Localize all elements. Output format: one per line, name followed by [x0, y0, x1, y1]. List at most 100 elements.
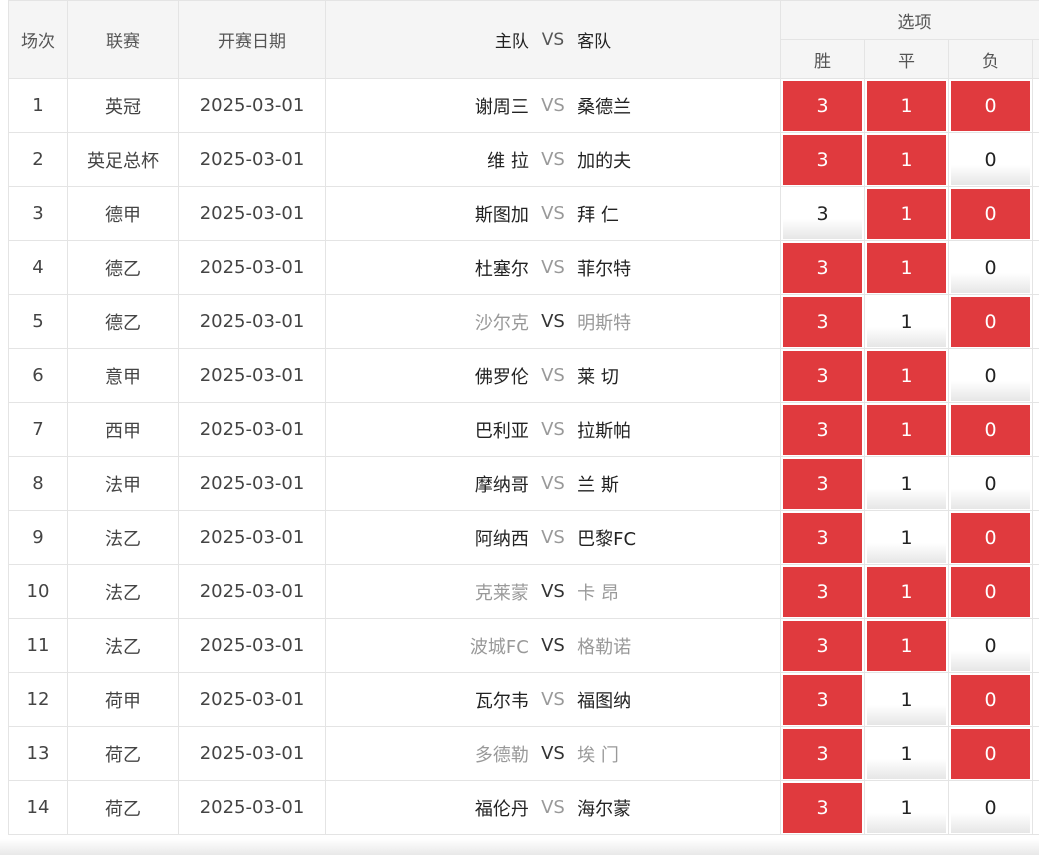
draw-option[interactable]: 1 — [867, 512, 946, 563]
vs-label: VS — [541, 797, 565, 818]
draw-cell: 1 — [864, 240, 949, 295]
table-row: 9 法乙 2025-03-01 阿纳西 VS 巴黎FC 3 1 0 — [8, 510, 1039, 565]
win-option[interactable]: 3 — [783, 80, 862, 131]
lose-option[interactable]: 0 — [951, 350, 1030, 401]
draw-option[interactable]: 1 — [867, 728, 946, 779]
win-option[interactable]: 3 — [783, 512, 862, 563]
match-number: 7 — [8, 402, 68, 457]
win-cell: 3 — [780, 186, 865, 241]
lose-option[interactable]: 0 — [951, 566, 1030, 617]
header-match-no: 场次 — [8, 0, 68, 79]
win-option[interactable]: 3 — [783, 134, 862, 185]
lose-cell: 0 — [948, 726, 1033, 781]
match-date: 2025-03-01 — [178, 402, 326, 457]
draw-option[interactable]: 1 — [867, 404, 946, 455]
draw-option[interactable]: 1 — [867, 188, 946, 239]
win-option[interactable]: 3 — [783, 188, 862, 239]
match-teams: 谢周三 VS 桑德兰 — [325, 78, 781, 133]
vs-label: VS — [541, 311, 565, 332]
lose-option[interactable]: 0 — [951, 674, 1030, 725]
win-option[interactable]: 3 — [783, 458, 862, 509]
win-option[interactable]: 3 — [783, 242, 862, 293]
lose-cell: 0 — [948, 294, 1033, 349]
lose-option[interactable]: 0 — [951, 404, 1030, 455]
match-date: 2025-03-01 — [178, 186, 326, 241]
win-option[interactable]: 3 — [783, 782, 862, 833]
win-option[interactable]: 3 — [783, 404, 862, 455]
lose-option[interactable]: 0 — [951, 458, 1030, 509]
draw-option[interactable]: 1 — [867, 674, 946, 725]
league-name: 西甲 — [67, 402, 179, 457]
win-cell: 3 — [780, 672, 865, 727]
lose-option[interactable]: 0 — [951, 80, 1030, 131]
row-spacer — [1032, 510, 1039, 565]
draw-option[interactable]: 1 — [867, 134, 946, 185]
win-option[interactable]: 3 — [783, 620, 862, 671]
lose-cell: 0 — [948, 402, 1033, 457]
away-team: 福图纳 — [577, 690, 632, 712]
home-team: 摩纳哥 — [474, 474, 529, 496]
match-table: 场次 联赛 开赛日期 主队 VS 客队 选项 胜 平 负 1 英冠 2025-0… — [8, 0, 1039, 835]
vs-label: VS — [541, 635, 565, 656]
lose-option[interactable]: 0 — [951, 134, 1030, 185]
lose-option[interactable]: 0 — [951, 620, 1030, 671]
match-teams: 多德勒 VS 埃 门 — [325, 726, 781, 781]
match-date: 2025-03-01 — [178, 564, 326, 619]
lose-option[interactable]: 0 — [951, 188, 1030, 239]
match-date: 2025-03-01 — [178, 240, 326, 295]
lose-option[interactable]: 0 — [951, 782, 1030, 833]
win-option[interactable]: 3 — [783, 566, 862, 617]
league-name: 德乙 — [67, 240, 179, 295]
away-team: 海尔蒙 — [577, 798, 632, 820]
draw-option[interactable]: 1 — [867, 350, 946, 401]
draw-option[interactable]: 1 — [867, 620, 946, 671]
match-date: 2025-03-01 — [178, 132, 326, 187]
match-number: 2 — [8, 132, 68, 187]
win-option[interactable]: 3 — [783, 674, 862, 725]
header-away: 客队 — [577, 32, 612, 52]
league-name: 荷甲 — [67, 672, 179, 727]
win-cell: 3 — [780, 402, 865, 457]
match-number: 3 — [8, 186, 68, 241]
header-lose: 负 — [948, 39, 1033, 79]
lose-option[interactable]: 0 — [951, 296, 1030, 347]
header-options: 选项 — [780, 0, 1039, 40]
win-option[interactable]: 3 — [783, 728, 862, 779]
draw-option[interactable]: 1 — [867, 242, 946, 293]
win-cell: 3 — [780, 348, 865, 403]
row-spacer — [1032, 618, 1039, 673]
league-name: 法甲 — [67, 456, 179, 511]
lose-option[interactable]: 0 — [951, 728, 1030, 779]
bottom-fade — [0, 839, 1039, 855]
row-spacer — [1032, 294, 1039, 349]
lose-option[interactable]: 0 — [951, 242, 1030, 293]
league-name: 英足总杯 — [67, 132, 179, 187]
win-option[interactable]: 3 — [783, 296, 862, 347]
row-spacer — [1032, 564, 1039, 619]
win-cell: 3 — [780, 294, 865, 349]
draw-option[interactable]: 1 — [867, 566, 946, 617]
draw-option[interactable]: 1 — [867, 458, 946, 509]
league-name: 英冠 — [67, 78, 179, 133]
draw-option[interactable]: 1 — [867, 80, 946, 131]
vs-label: VS — [541, 743, 565, 764]
draw-option[interactable]: 1 — [867, 296, 946, 347]
match-number: 10 — [8, 564, 68, 619]
draw-option[interactable]: 1 — [867, 782, 946, 833]
draw-cell: 1 — [864, 456, 949, 511]
match-date: 2025-03-01 — [178, 78, 326, 133]
draw-cell: 1 — [864, 726, 949, 781]
win-cell: 3 — [780, 618, 865, 673]
match-number: 13 — [8, 726, 68, 781]
away-team: 桑德兰 — [577, 96, 632, 118]
win-option[interactable]: 3 — [783, 350, 862, 401]
table-header: 场次 联赛 开赛日期 主队 VS 客队 选项 胜 平 负 — [8, 0, 1039, 79]
match-date: 2025-03-01 — [178, 294, 326, 349]
home-team: 阿纳西 — [474, 528, 529, 550]
away-team: 菲尔特 — [577, 258, 632, 280]
lose-cell: 0 — [948, 456, 1033, 511]
lose-option[interactable]: 0 — [951, 512, 1030, 563]
lose-cell: 0 — [948, 672, 1033, 727]
away-team: 兰 斯 — [577, 474, 619, 496]
vs-label: VS — [541, 527, 565, 548]
